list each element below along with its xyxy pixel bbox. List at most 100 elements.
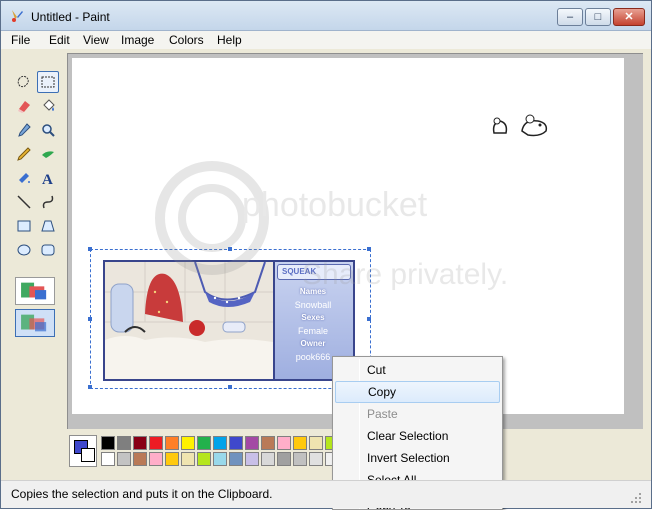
color-swatch[interactable] [213, 436, 227, 450]
color-swatch[interactable] [133, 452, 147, 466]
paint-app-icon [12, 10, 23, 22]
menu-edit[interactable]: Edit [49, 33, 70, 47]
color-swatch[interactable] [213, 452, 227, 466]
pencil-tool[interactable] [13, 143, 35, 165]
color-swatch[interactable] [229, 452, 243, 466]
background-color [81, 448, 95, 462]
resize-handle-top-right[interactable] [367, 247, 371, 251]
resize-handle-right[interactable] [367, 317, 371, 321]
color-swatch[interactable] [197, 436, 211, 450]
color-swatch[interactable] [293, 452, 307, 466]
resize-handle-top[interactable] [228, 247, 232, 251]
color-swatch[interactable] [149, 452, 163, 466]
color-swatch[interactable] [261, 452, 275, 466]
color-swatch[interactable] [117, 452, 131, 466]
menu-view[interactable]: View [83, 33, 109, 47]
free-form-select-tool[interactable] [13, 71, 35, 93]
watermark-brand: photobucket [242, 186, 428, 224]
resize-grip-icon[interactable] [629, 491, 643, 505]
resize-handle-bottom[interactable] [228, 385, 232, 389]
resize-handle-bottom-left[interactable] [88, 385, 92, 389]
color-swatch[interactable] [277, 452, 291, 466]
color-swatch[interactable] [165, 436, 179, 450]
text-tool[interactable]: A [37, 167, 59, 189]
rectangle-icon [17, 220, 31, 232]
context-menu-cut[interactable]: Cut [335, 359, 500, 381]
close-button[interactable]: ✕ [613, 8, 645, 26]
fill-tool[interactable] [37, 95, 59, 117]
color-swatch[interactable] [309, 436, 323, 450]
pet-scene-illustration [105, 262, 273, 379]
airbrush-tool[interactable] [13, 167, 35, 189]
status-bar: Copies the selection and puts it on the … [1, 480, 651, 508]
menu-colors[interactable]: Colors [169, 33, 204, 47]
color-swatch[interactable] [101, 436, 115, 450]
toolbox: A [7, 67, 63, 423]
paint-window: Untitled - Paint – □ ✕ File Edit View Im… [0, 0, 652, 510]
rect-select-icon [41, 76, 55, 88]
magnifier-icon [42, 124, 55, 137]
rounded-rectangle-tool[interactable] [37, 239, 59, 261]
color-swatch[interactable] [293, 436, 307, 450]
menu-bar: File Edit View Image Colors Help [1, 31, 651, 49]
ellipse-tool[interactable] [13, 239, 35, 261]
menu-image[interactable]: Image [121, 33, 154, 47]
pasted-pet-card-image: SQUEAK Names Snowball Sexes Female Owner… [103, 260, 355, 381]
free-form-select-icon [17, 75, 29, 88]
color-swatch[interactable] [101, 452, 115, 466]
menu-help[interactable]: Help [217, 33, 242, 47]
status-text: Copies the selection and puts it on the … [11, 487, 273, 501]
eraser-tool[interactable] [13, 95, 35, 117]
color-swatch[interactable] [181, 436, 195, 450]
resize-handle-top-left[interactable] [88, 247, 92, 251]
minimize-button[interactable]: – [557, 8, 583, 26]
color-swatch[interactable] [309, 452, 323, 466]
color-swatch[interactable] [165, 452, 179, 466]
airbrush-icon [19, 173, 30, 183]
eyedropper-icon [18, 123, 31, 137]
select-tool[interactable] [37, 71, 59, 93]
color-swatch[interactable] [117, 436, 131, 450]
line-tool[interactable] [13, 191, 35, 213]
eraser-icon [18, 101, 30, 113]
color-swatch[interactable] [261, 436, 275, 450]
text-a-icon: A [42, 172, 53, 186]
color-swatch[interactable] [245, 436, 259, 450]
title-bar: Untitled - Paint – □ ✕ [1, 1, 651, 31]
color-swatch[interactable] [197, 452, 211, 466]
panel-header: SQUEAK [277, 264, 351, 280]
transparent-selection-option[interactable] [15, 309, 55, 337]
brush-tool[interactable] [37, 143, 59, 165]
pick-color-tool[interactable] [13, 119, 35, 141]
context-menu-copy[interactable]: Copy [335, 381, 500, 403]
color-palette [67, 433, 387, 469]
panel-body: Names Snowball Sexes Female Owner pook66… [275, 286, 351, 364]
kitchen-scene-graphic [105, 262, 273, 379]
color-swatch[interactable] [245, 452, 259, 466]
context-menu-paste[interactable]: Paste [335, 403, 500, 425]
color-swatch[interactable] [229, 436, 243, 450]
resize-handle-left[interactable] [88, 317, 92, 321]
rectangle-tool[interactable] [13, 215, 35, 237]
curve-icon [42, 195, 54, 209]
curve-tool[interactable] [37, 191, 59, 213]
color-swatch[interactable] [181, 452, 195, 466]
opaque-selection-option[interactable] [15, 277, 55, 305]
polygon-tool[interactable] [37, 215, 59, 237]
maximize-button[interactable]: □ [585, 8, 611, 26]
color-swatch[interactable] [133, 436, 147, 450]
paint-bucket-icon [43, 99, 55, 111]
sex-label: Sexes [301, 313, 325, 322]
context-menu-clear-selection[interactable]: Clear Selection [335, 425, 500, 447]
current-colors-box [69, 435, 97, 467]
mouse-sketch-icon [492, 114, 548, 137]
magnifier-tool[interactable] [37, 119, 59, 141]
owner-label: Owner [300, 339, 326, 348]
name-value: Snowball [294, 300, 332, 310]
context-menu-invert-selection[interactable]: Invert Selection [335, 447, 500, 469]
pencil-icon [17, 147, 31, 161]
rounded-rectangle-icon [41, 244, 55, 256]
color-swatch[interactable] [149, 436, 163, 450]
color-swatch[interactable] [277, 436, 291, 450]
menu-file[interactable]: File [11, 33, 30, 47]
